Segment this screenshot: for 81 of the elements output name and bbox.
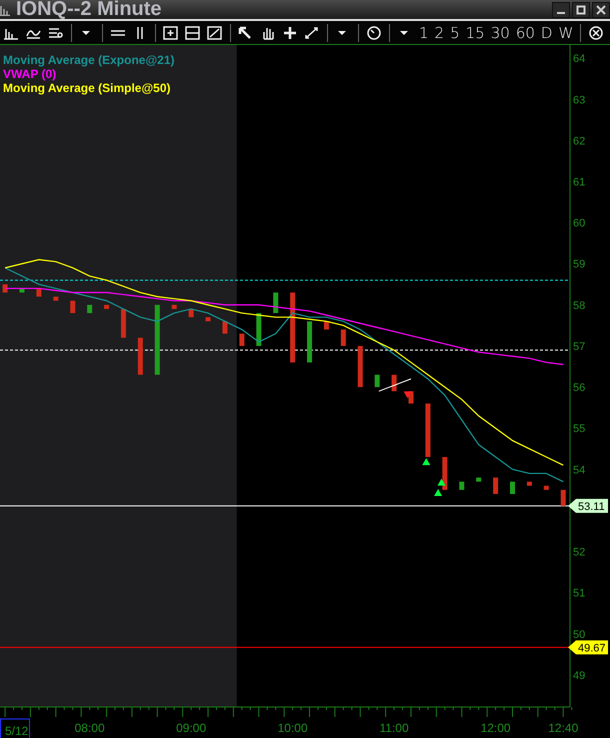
- price-candle: [510, 482, 515, 494]
- price-candle: [374, 374, 380, 388]
- chart-app-icon: [0, 4, 10, 16]
- price-candle: [307, 321, 312, 362]
- x-tick-label: 12:40: [548, 721, 578, 735]
- price-candle: [87, 304, 92, 314]
- interval-button[interactable]: 1: [417, 24, 431, 42]
- y-tick-label: 60: [573, 218, 586, 230]
- date-label: 5/12: [0, 718, 30, 738]
- minimize-icon: [557, 12, 565, 14]
- maximize-button[interactable]: [572, 2, 590, 18]
- price-candle: [560, 490, 566, 506]
- price-candle: [442, 457, 448, 490]
- y-tick-label: 59: [573, 258, 586, 271]
- price-candle: [239, 334, 244, 346]
- interval-button[interactable]: 2: [432, 24, 446, 42]
- price-candle: [222, 321, 228, 334]
- interval-button[interactable]: 5: [448, 24, 462, 42]
- x-tick-label: 10:00: [278, 721, 308, 735]
- price-candle: [425, 404, 430, 457]
- price-candle: [358, 346, 363, 388]
- y-tick-label: 58: [573, 300, 586, 312]
- y-tick-label: 49: [573, 670, 586, 682]
- price-candle: [172, 304, 177, 309]
- price-tag: 49.67: [568, 640, 608, 654]
- maximize-icon: [576, 4, 586, 14]
- price-candle: [459, 482, 464, 490]
- y-tick-label: 57: [573, 340, 586, 353]
- y-tick-label: 61: [573, 176, 586, 188]
- price-candle: [290, 292, 296, 362]
- price-candle: [154, 304, 160, 375]
- down-triangle-marker: [404, 391, 412, 398]
- price-tag: 53.11: [568, 498, 608, 513]
- x-tick-label: 11:00: [380, 721, 409, 735]
- legend-entry: VWAP (0): [3, 67, 58, 81]
- up-triangle-marker: [422, 458, 430, 466]
- price-candle: [340, 330, 346, 346]
- interval-button[interactable]: 15: [464, 24, 487, 42]
- y-tick-label: 63: [573, 94, 586, 106]
- interval-button[interactable]: 60: [514, 24, 537, 42]
- legend-entry: Moving Average (Expone@21): [3, 53, 175, 67]
- y-tick-label: 62: [573, 135, 586, 148]
- y-tick-label: 56: [573, 382, 586, 394]
- x-tick-label: 08:00: [74, 721, 105, 735]
- y-tick-label: 52: [573, 546, 586, 559]
- interval-button[interactable]: W: [556, 24, 576, 42]
- price-candle: [526, 482, 532, 486]
- y-tick-label: 51: [573, 588, 586, 600]
- price-candle: [53, 296, 58, 301]
- price-candle: [120, 308, 126, 338]
- price-candle: [36, 288, 42, 297]
- x-tick-label: 09:00: [176, 721, 206, 735]
- price-candle: [273, 292, 278, 314]
- price-candle: [138, 338, 143, 375]
- price-candle: [206, 317, 211, 322]
- price-candle: [544, 486, 549, 490]
- up-triangle-marker: [437, 478, 446, 486]
- price-candle: [324, 321, 329, 330]
- price-candle: [2, 284, 8, 293]
- price-candle: [104, 304, 110, 309]
- y-tick-label: 55: [573, 423, 586, 436]
- legend-entry: Moving Average (Simple@50): [3, 81, 172, 95]
- y-tick-label: 64: [573, 53, 586, 66]
- trend-line: [378, 378, 412, 392]
- price-candle: [70, 300, 76, 314]
- window-title: IONQ--2 Minute: [16, 0, 162, 19]
- price-candle: [392, 374, 397, 392]
- interval-button[interactable]: 30: [488, 24, 512, 42]
- price-candle: [188, 308, 194, 318]
- close-button[interactable]: [592, 2, 610, 18]
- price-candle: [476, 478, 482, 482]
- up-triangle-marker: [434, 488, 442, 496]
- y-tick-label: 54: [573, 464, 586, 476]
- price-candle: [493, 478, 498, 494]
- x-tick-label: 12:00: [480, 721, 511, 735]
- close-icon: [596, 4, 606, 14]
- interval-button[interactable]: D: [538, 24, 554, 42]
- price-candle: [20, 288, 24, 293]
- price-candle: [256, 313, 262, 346]
- y-tick-label: 50: [573, 628, 586, 641]
- minimize-button[interactable]: [552, 2, 570, 18]
